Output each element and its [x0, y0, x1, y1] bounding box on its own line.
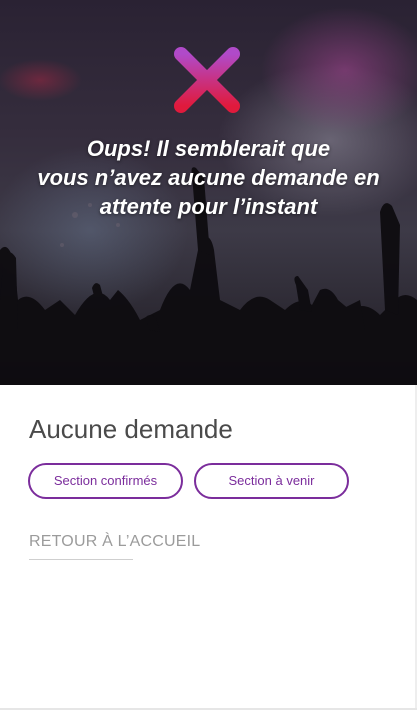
empty-state-message: Oups! Il semblerait que vous n’avez aucu…	[8, 134, 409, 221]
back-to-home-link[interactable]: RETOUR À L’ACCUEIL	[29, 533, 200, 551]
confirmed-section-button[interactable]: Section confirmés	[28, 463, 183, 499]
page-title: Aucune demande	[29, 414, 233, 444]
message-line: Oups! Il semblerait que	[86, 136, 331, 161]
hero-banner: Oups! Il semblerait que vous n’avez aucu…	[0, 0, 417, 385]
message-line: vous n’avez aucune demande en	[37, 165, 380, 190]
message-line: attente pour l’instant	[99, 194, 318, 219]
back-link-underline	[29, 559, 133, 560]
upcoming-section-button[interactable]: Section à venir	[194, 463, 349, 499]
close-icon	[174, 47, 240, 113]
